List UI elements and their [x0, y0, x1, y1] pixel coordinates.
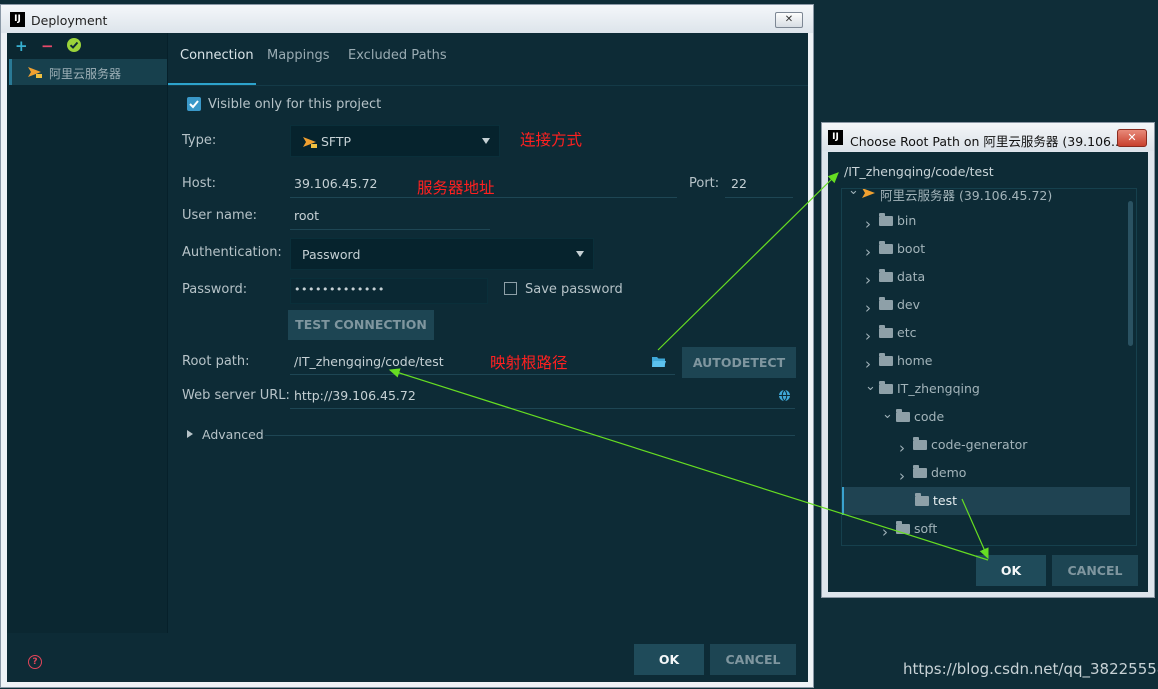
- arrow-ok-to-root-path: [388, 368, 989, 561]
- watermark-text: https://blog.csdn.net/qq_38225558: [903, 660, 1158, 678]
- annotation-arrows: [388, 172, 989, 561]
- arrow-icon-to-path-field: [657, 172, 839, 351]
- arrow-test-to-ok: [961, 498, 989, 560]
